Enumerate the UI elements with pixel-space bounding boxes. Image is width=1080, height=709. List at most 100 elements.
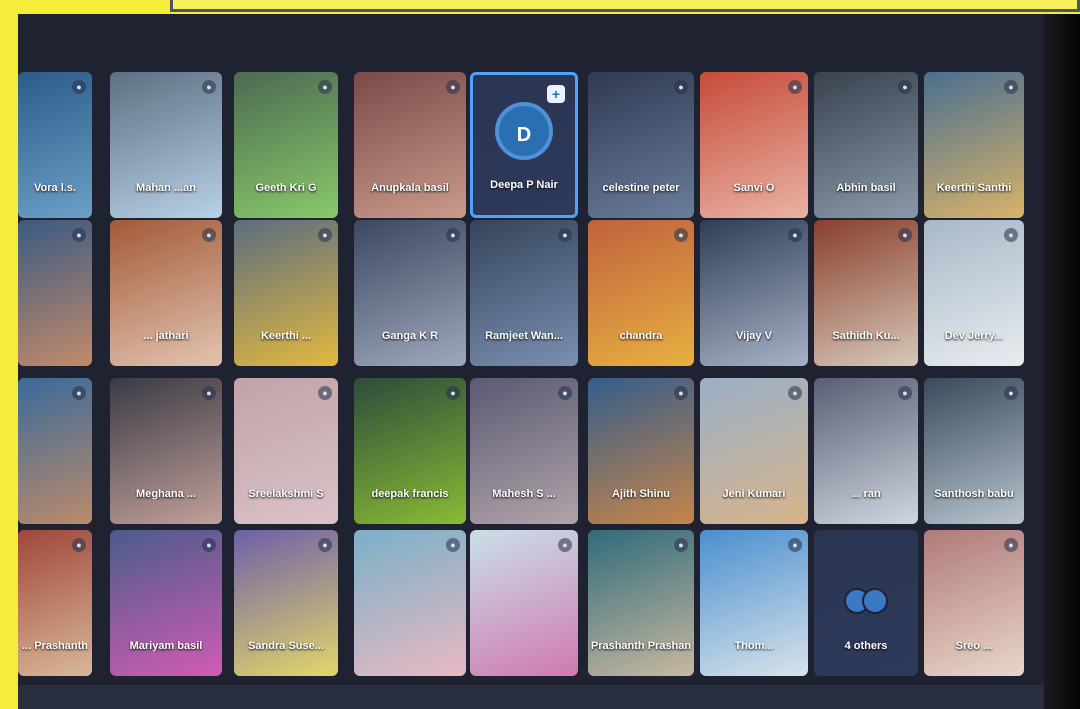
participant-tile[interactable]: ● Keerthi Santhi xyxy=(924,72,1024,218)
participant-tile[interactable]: ● Dev Jerry... xyxy=(924,220,1024,366)
participant-tile[interactable]: ● chandra xyxy=(588,220,694,366)
participant-name: Sreo ... xyxy=(955,640,993,652)
others-avatar-stack xyxy=(844,588,888,615)
mic-muted-icon: ● xyxy=(318,228,332,242)
participant-name: Prashanth Prashan xyxy=(590,640,692,652)
pin-icon[interactable]: + xyxy=(547,85,565,103)
participant-name: Dev Jerry... xyxy=(944,330,1004,342)
participant-name: Keerthi ... xyxy=(260,330,312,342)
participant-name: Sanvi O xyxy=(733,182,775,194)
participant-name: Sandra Suse... xyxy=(248,640,324,652)
mic-muted-icon: ● xyxy=(898,80,912,94)
participant-name: deepak francis xyxy=(371,488,449,500)
participant-name: Santhosh babu xyxy=(934,488,1014,500)
top-border-frame xyxy=(170,0,1080,12)
participant-tile[interactable]: ● Sreelakshmi S xyxy=(234,378,338,524)
mic-muted-icon: ● xyxy=(898,386,912,400)
participant-tile[interactable]: ● Mahan ...an xyxy=(110,72,222,218)
participant-name: Ajith Shinu xyxy=(611,488,671,500)
participant-tile[interactable]: ● Keerthi ... xyxy=(234,220,338,366)
participant-tile[interactable]: ● Thom... xyxy=(700,530,808,676)
participant-name: Thom... xyxy=(734,640,774,652)
mic-muted-icon: ● xyxy=(788,538,802,552)
participant-name: ... ran xyxy=(851,488,881,500)
mic-muted-icon: ● xyxy=(674,386,688,400)
participant-tile[interactable]: ● Vijay V xyxy=(700,220,808,366)
participant-tile[interactable]: ● Sanvi O xyxy=(700,72,808,218)
participant-tile[interactable]: ● Ramjeet Wan... xyxy=(470,220,578,366)
participant-tile[interactable]: ● xyxy=(470,530,578,676)
participant-tile[interactable]: ● ... ran xyxy=(814,378,918,524)
participant-name: Mahan ...an xyxy=(136,182,196,194)
participant-tile[interactable]: ● Jeni Kumari xyxy=(700,378,808,524)
participant-tile[interactable]: ● Meghana ... xyxy=(110,378,222,524)
mic-muted-icon: ● xyxy=(318,538,332,552)
participant-name: Vijay V xyxy=(736,330,772,342)
participant-tile[interactable]: ● Ganga K R xyxy=(354,220,466,366)
participant-tile[interactable]: ● Prashanth Prashan xyxy=(588,530,694,676)
participant-tile[interactable]: ● Mariyam basil xyxy=(110,530,222,676)
participant-tile[interactable]: ● Santhosh babu xyxy=(924,378,1024,524)
mic-muted-icon: ● xyxy=(674,228,688,242)
participant-name: Jeni Kumari xyxy=(722,488,786,500)
mini-avatar-icon xyxy=(862,588,888,615)
mic-muted-icon: ● xyxy=(788,386,802,400)
mic-muted-icon: ● xyxy=(1004,386,1018,400)
participant-tile[interactable]: ● Abhin basil xyxy=(814,72,918,218)
mic-muted-icon: ● xyxy=(788,228,802,242)
participant-tile[interactable]: ● celestine peter xyxy=(588,72,694,218)
participant-tile[interactable]: ● xyxy=(354,530,466,676)
mic-muted-icon: ● xyxy=(72,386,86,400)
mic-muted-icon: ● xyxy=(558,228,572,242)
mic-muted-icon: ● xyxy=(446,538,460,552)
participant-tile[interactable]: ● ... jathari xyxy=(110,220,222,366)
participant-name: Abhin basil xyxy=(836,182,896,194)
participant-tile[interactable]: D + Deepa P Nair xyxy=(470,72,578,218)
participant-name: ... jathari xyxy=(143,330,189,342)
participant-tile[interactable]: ● xyxy=(18,220,92,366)
participant-tile[interactable]: ● Sreo ... xyxy=(924,530,1024,676)
mic-muted-icon: ● xyxy=(1004,228,1018,242)
participant-name: Geeth Kri G xyxy=(255,182,317,194)
participant-tile[interactable]: ● deepak francis xyxy=(354,378,466,524)
mic-muted-icon: ● xyxy=(1004,538,1018,552)
mic-muted-icon: ● xyxy=(788,80,802,94)
participant-name: Ganga K R xyxy=(381,330,439,342)
mic-muted-icon: ● xyxy=(318,80,332,94)
mic-muted-icon: ● xyxy=(558,538,572,552)
participant-name: Meghana ... xyxy=(136,488,196,500)
participant-name: Ramjeet Wan... xyxy=(485,330,563,342)
mic-muted-icon: ● xyxy=(674,80,688,94)
participant-tile[interactable]: ● Mahesh S ... xyxy=(470,378,578,524)
mic-muted-icon: ● xyxy=(446,228,460,242)
participant-tile[interactable]: ● Sathidh Ku... xyxy=(814,220,918,366)
participant-name: Deepa P Nair xyxy=(490,179,558,191)
participant-tile[interactable]: ● Vora l.s. xyxy=(18,72,92,218)
participant-name: celestine peter xyxy=(602,182,680,194)
others-tile[interactable]: 4 others xyxy=(814,530,918,676)
participant-name: Vora l.s. xyxy=(34,182,76,194)
participant-tile[interactable]: ● Anupkala basil xyxy=(354,72,466,218)
participant-tile[interactable]: ● Sandra Suse... xyxy=(234,530,338,676)
participant-tile[interactable]: ● xyxy=(18,378,92,524)
mic-muted-icon: ● xyxy=(72,538,86,552)
participant-avatar: D xyxy=(495,102,553,160)
participant-name: Mariyam basil xyxy=(129,640,203,652)
mic-muted-icon: ● xyxy=(446,80,460,94)
mic-muted-icon: ● xyxy=(898,228,912,242)
participant-name: Keerthi Santhi xyxy=(936,182,1012,194)
participant-tile[interactable]: ● Geeth Kri G xyxy=(234,72,338,218)
participant-tile[interactable]: ● ... Prashanth xyxy=(18,530,92,676)
participant-name: Sreelakshmi S xyxy=(248,488,324,500)
others-label: 4 others xyxy=(844,640,888,652)
mic-muted-icon: ● xyxy=(558,386,572,400)
monitor-bezel xyxy=(1044,14,1080,709)
participant-name: Sathidh Ku... xyxy=(832,330,900,342)
mic-muted-icon: ● xyxy=(202,538,216,552)
mic-muted-icon: ● xyxy=(72,80,86,94)
participant-name: Anupkala basil xyxy=(371,182,449,194)
mic-muted-icon: ● xyxy=(318,386,332,400)
mic-muted-icon: ● xyxy=(72,228,86,242)
participant-tile[interactable]: ● Ajith Shinu xyxy=(588,378,694,524)
mic-muted-icon: ● xyxy=(674,538,688,552)
